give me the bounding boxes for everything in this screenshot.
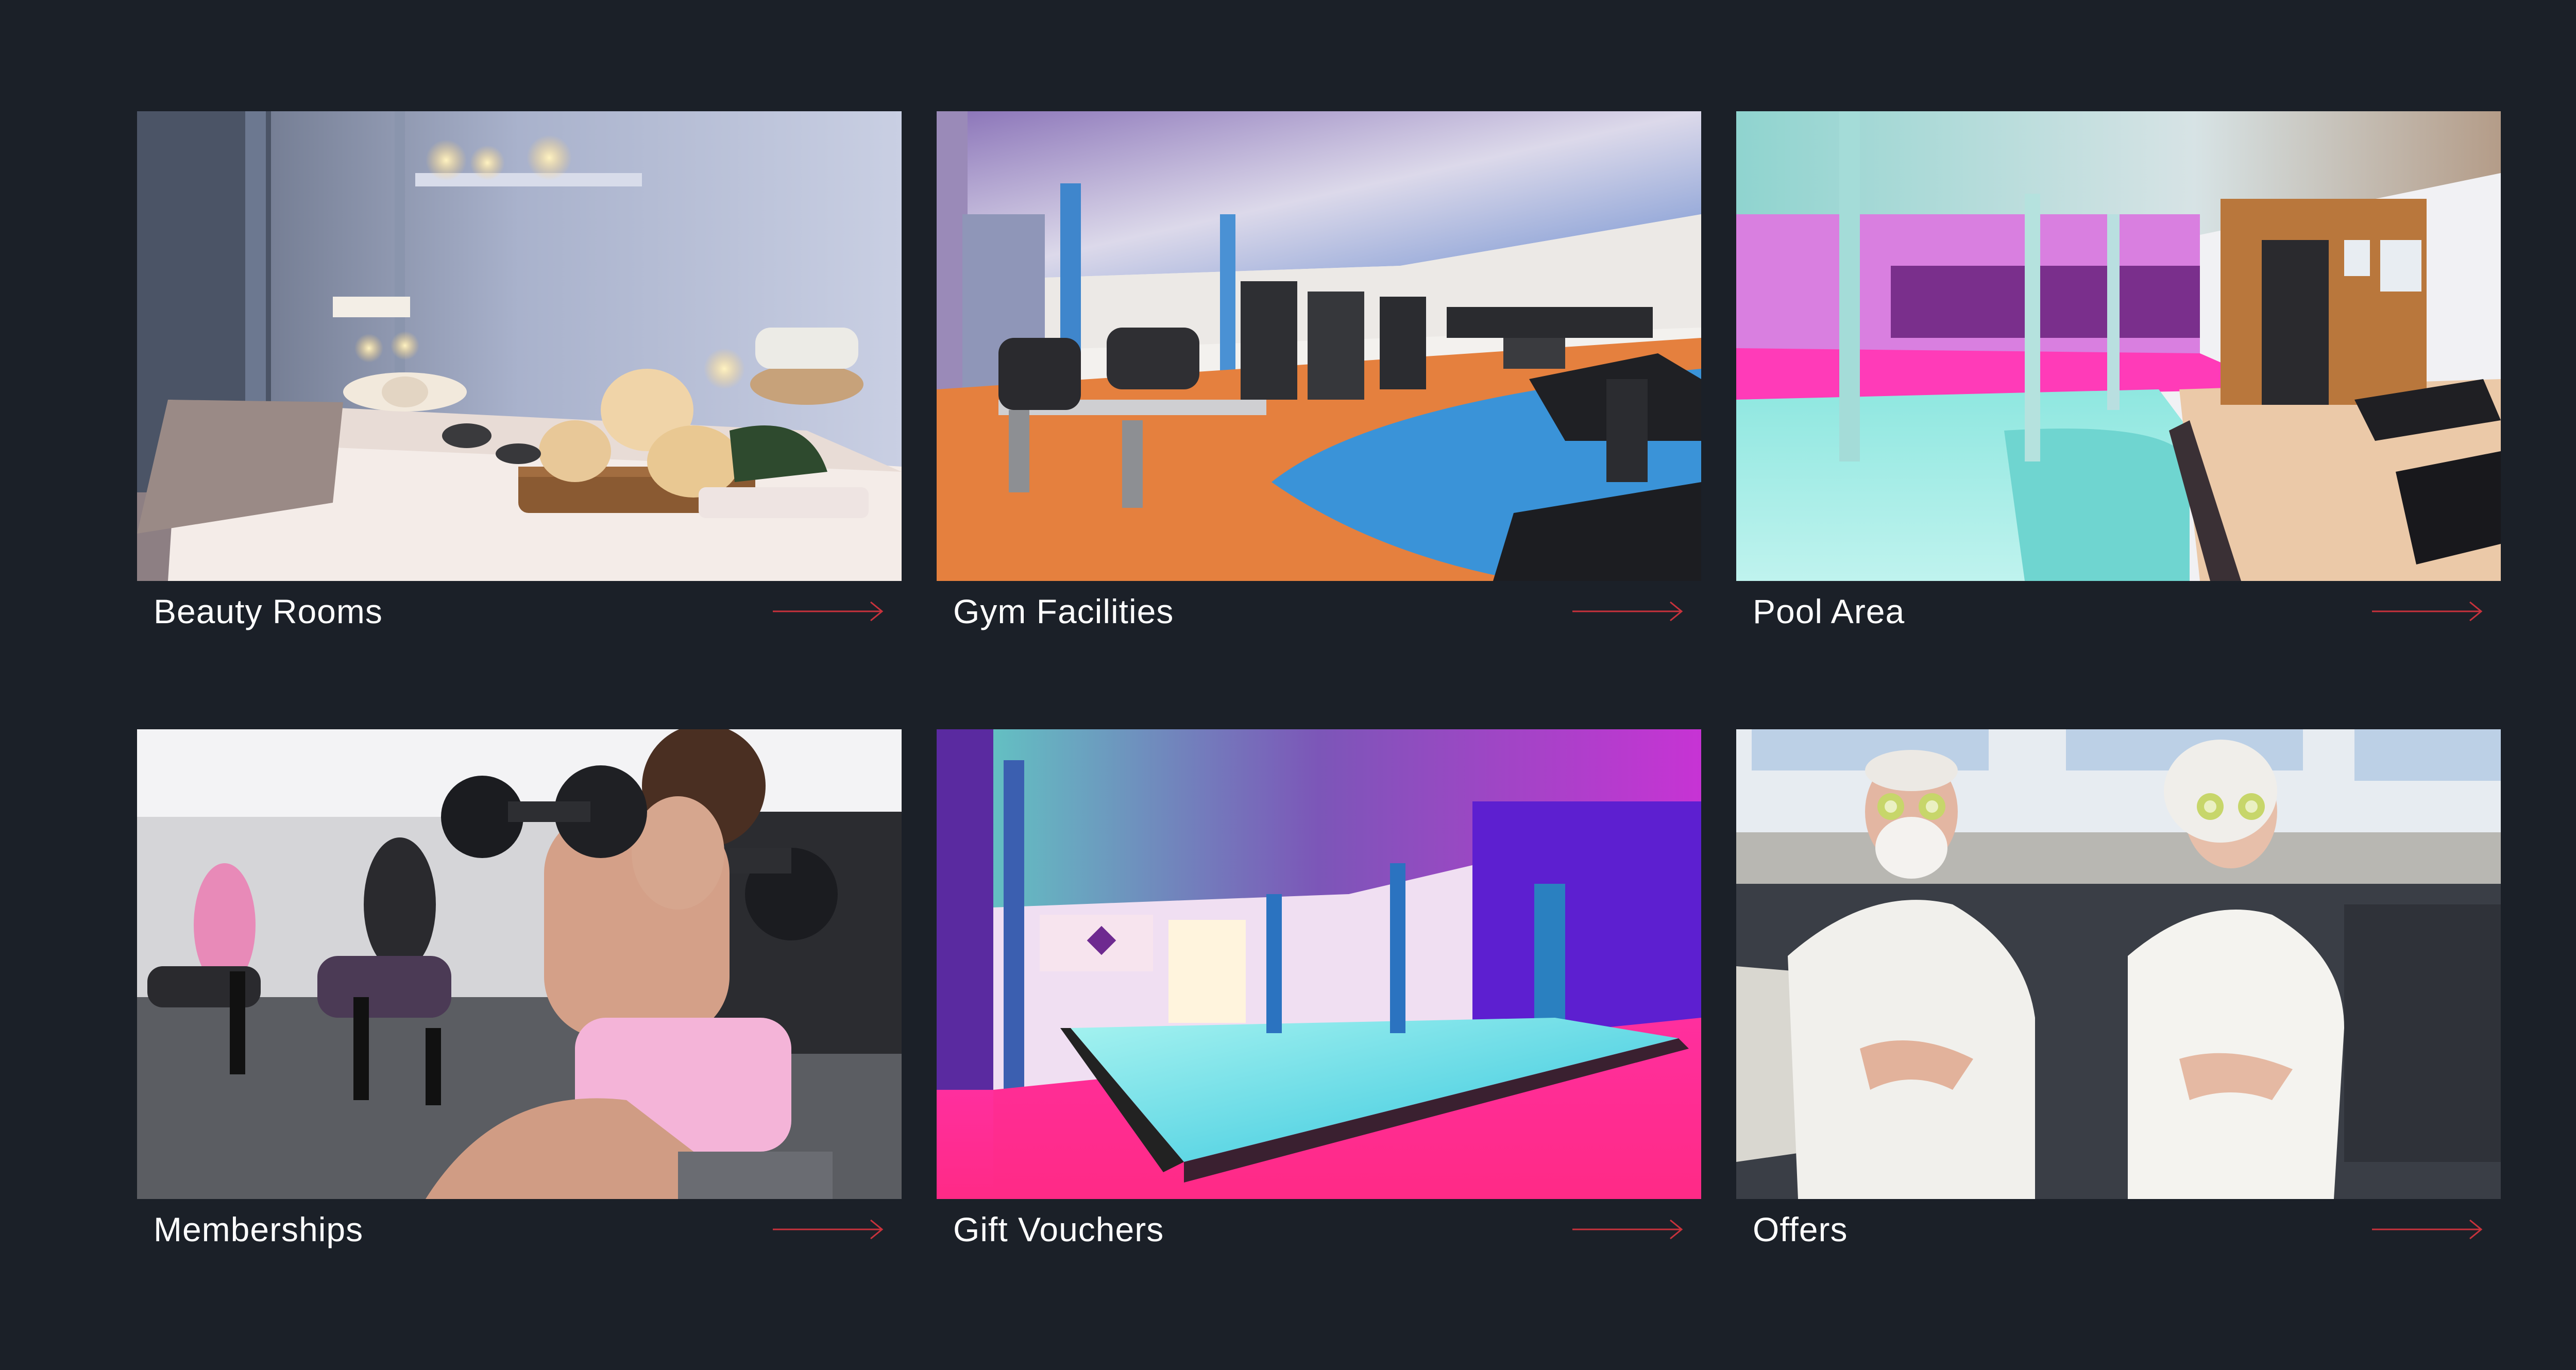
- arrow-right-icon[interactable]: [2371, 600, 2484, 623]
- card-gym-facilities[interactable]: Gym Facilities: [937, 111, 1701, 642]
- arrow-right-icon[interactable]: [2371, 1218, 2484, 1241]
- card-footer: Pool Area: [1736, 581, 2501, 642]
- arrow-right-icon[interactable]: [1571, 600, 1685, 623]
- card-label-gym-facilities: Gym Facilities: [953, 592, 1174, 630]
- card-beauty-rooms[interactable]: Beauty Rooms: [137, 111, 902, 642]
- arrow-right-icon[interactable]: [1571, 1218, 1685, 1241]
- beauty-rooms-image: [137, 111, 902, 581]
- card-label-gift-vouchers: Gift Vouchers: [953, 1210, 1164, 1248]
- card-gift-vouchers[interactable]: Gift Vouchers: [937, 729, 1701, 1260]
- card-label-beauty-rooms: Beauty Rooms: [154, 592, 383, 630]
- card-label-offers: Offers: [1753, 1210, 1848, 1248]
- card-label-pool-area: Pool Area: [1753, 592, 1905, 630]
- facilities-grid: Beauty Rooms Gym Facilities Pool Area Me…: [137, 111, 2501, 1260]
- pool-area-image: [1736, 111, 2501, 581]
- offers-image: [1736, 729, 2501, 1199]
- gift-vouchers-image: [937, 729, 1701, 1199]
- gym-facilities-image: [937, 111, 1701, 581]
- card-footer: Gift Vouchers: [937, 1199, 1701, 1260]
- card-footer: Offers: [1736, 1199, 2501, 1260]
- arrow-right-icon[interactable]: [772, 1218, 885, 1241]
- memberships-image: [137, 729, 902, 1199]
- card-memberships[interactable]: Memberships: [137, 729, 902, 1260]
- card-footer: Gym Facilities: [937, 581, 1701, 642]
- card-offers[interactable]: Offers: [1736, 729, 2501, 1260]
- card-footer: Beauty Rooms: [137, 581, 902, 642]
- card-pool-area[interactable]: Pool Area: [1736, 111, 2501, 642]
- card-label-memberships: Memberships: [154, 1210, 364, 1248]
- card-footer: Memberships: [137, 1199, 902, 1260]
- arrow-right-icon[interactable]: [772, 600, 885, 623]
